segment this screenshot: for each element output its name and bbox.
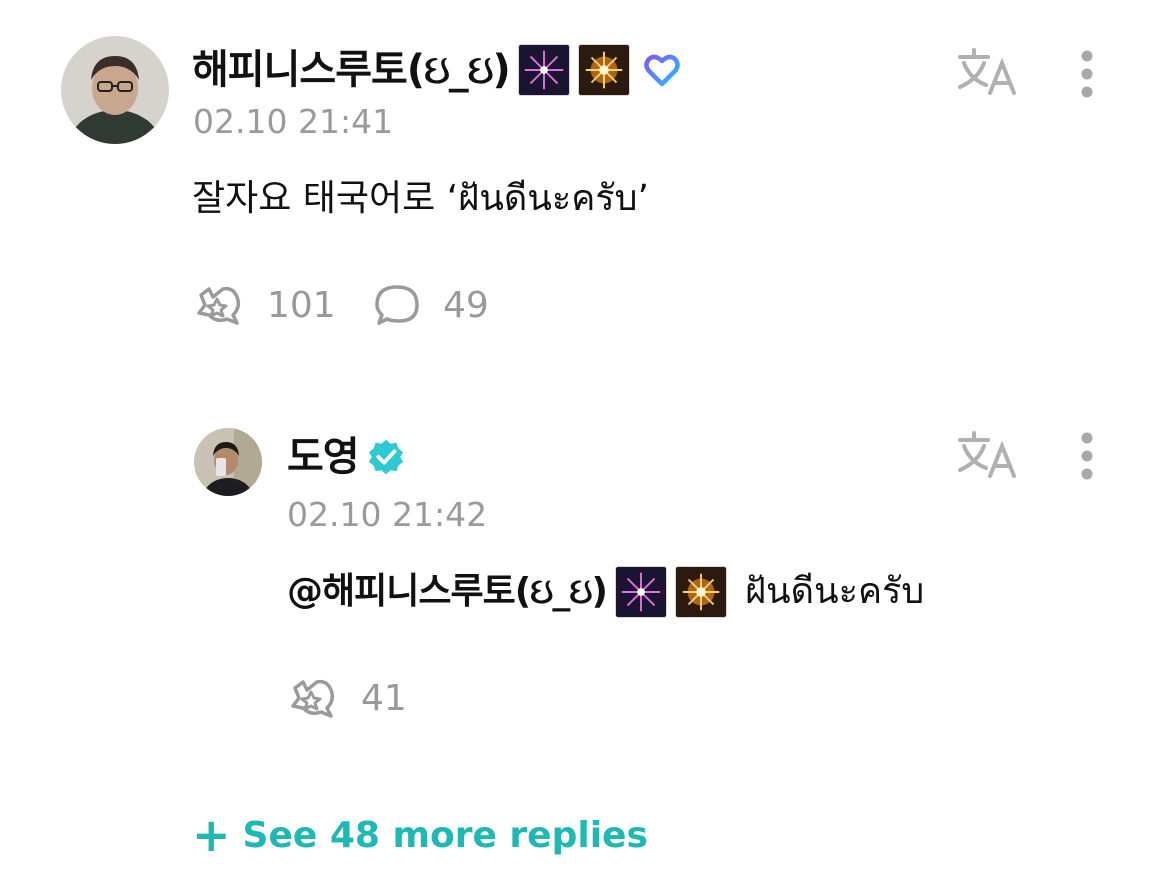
plus-icon: +: [192, 808, 231, 862]
reply-message: ฝันดีนะครับ: [744, 571, 925, 612]
reply-like-count: 41: [361, 677, 407, 719]
comment-like-button[interactable]: 101: [193, 283, 336, 327]
sparkler-emoji: [674, 566, 727, 618]
see-more-replies-label: See 48 more replies: [242, 814, 648, 856]
reply-more-button[interactable]: [1070, 430, 1104, 482]
comment-translate-button[interactable]: [955, 45, 1019, 99]
reply-username[interactable]: 도영: [287, 437, 405, 477]
more-icon: [1081, 50, 1093, 98]
comment-reply-count: 49: [443, 284, 489, 326]
like-icon: [197, 286, 241, 325]
comment-more-button[interactable]: [1070, 48, 1104, 100]
like-icon: [291, 679, 335, 718]
comment-thread: 해피니스루토(ઇ_ઇ) 02.10 21:41 잘자요 태국어로 ‘ฝันดีน…: [0, 0, 1157, 882]
reply-mention-link[interactable]: @해피니스루토(ઇ_ઇ): [287, 574, 608, 610]
sparkler-emoji: [577, 44, 630, 96]
translate-icon: [958, 48, 1016, 95]
reply-name[interactable]: 도영: [287, 437, 360, 477]
more-icon: [1081, 432, 1093, 480]
comment-reply-button[interactable]: 49: [373, 283, 489, 327]
commenter-name[interactable]: 해피니스루토(ઇ_ઇ): [192, 50, 511, 90]
fireworks-emoji: [517, 44, 570, 96]
verified-icon: [367, 438, 405, 476]
reply-timestamp: 02.10 21:42: [287, 495, 488, 534]
comment-text: 잘자요 태국어로 ‘ฝันดีนะครับ’: [192, 178, 649, 219]
reply-icon: [375, 285, 419, 325]
reply-like-button[interactable]: 41: [287, 676, 407, 720]
reply-translate-button[interactable]: [955, 428, 1019, 482]
see-more-replies-button[interactable]: + See 48 more replies: [192, 812, 648, 858]
heart-badge-icon: [642, 50, 682, 90]
commenter-username[interactable]: 해피니스루토(ઇ_ઇ): [192, 44, 682, 96]
commenter-avatar[interactable]: [61, 36, 169, 144]
fireworks-emoji: [614, 566, 667, 618]
reply-text: @해피니스루토(ઇ_ઇ) ฝันดีนะครับ: [287, 566, 924, 618]
reply-avatar[interactable]: [194, 428, 262, 496]
comment-timestamp: 02.10 21:41: [193, 102, 394, 141]
translate-icon: [958, 431, 1016, 478]
comment-like-count: 101: [267, 284, 336, 326]
